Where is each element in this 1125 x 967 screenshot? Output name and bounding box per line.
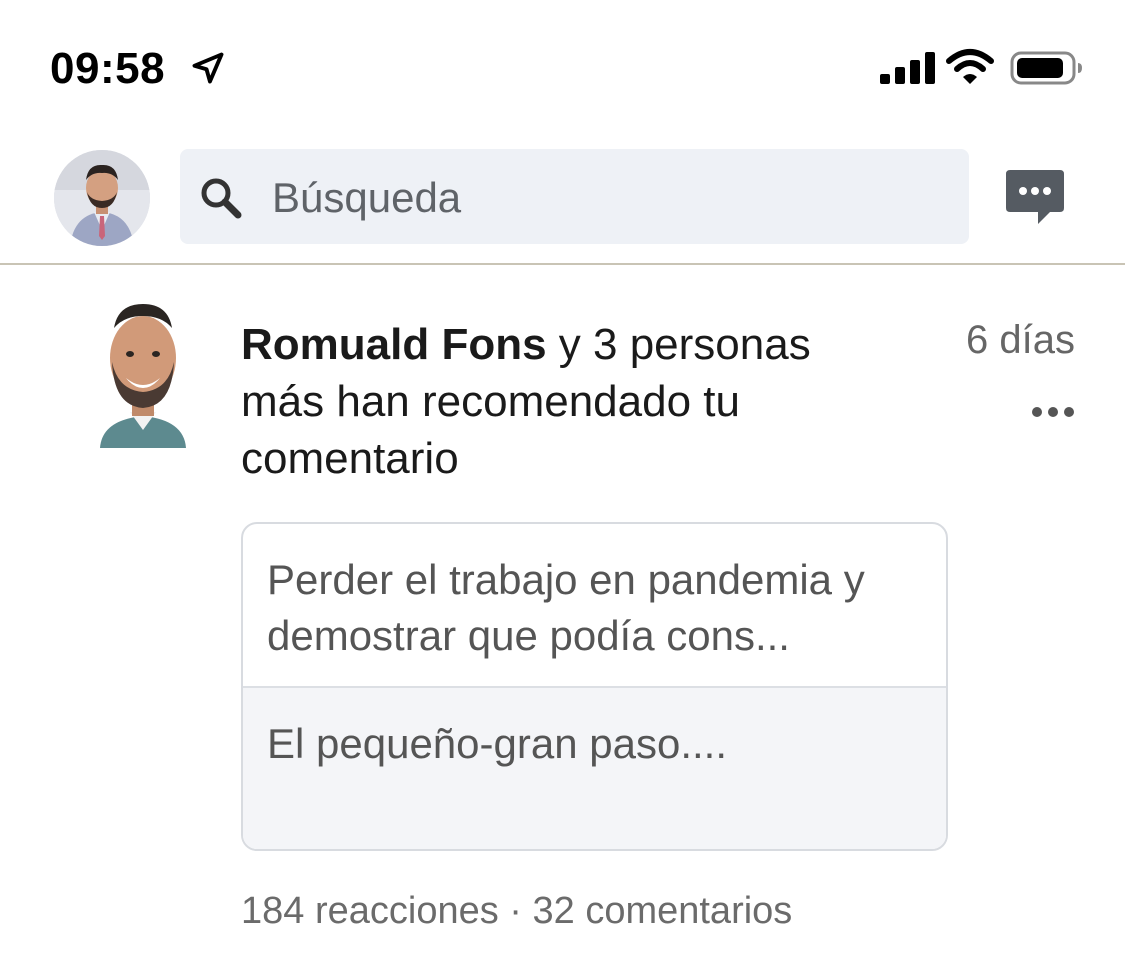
notification-text[interactable]: Romuald Fons y 3 personas más han recome… — [241, 316, 901, 487]
search-icon — [201, 178, 242, 219]
profile-avatar[interactable] — [54, 150, 150, 246]
wifi-icon — [946, 49, 994, 84]
search-bar[interactable]: Búsqueda — [180, 149, 969, 244]
actor-avatar[interactable] — [96, 300, 190, 448]
battery-icon — [1010, 51, 1082, 85]
status-time: 09:58 — [50, 44, 166, 93]
search-placeholder: Búsqueda — [272, 174, 462, 221]
header-divider — [0, 263, 1125, 265]
post-title: El pequeño-gran paso.... — [267, 720, 727, 767]
post-preview-card[interactable]: Perder el trabajo en pandemia y demostra… — [241, 522, 948, 851]
post-snippet: Perder el trabajo en pandemia y demostra… — [267, 556, 865, 659]
location-arrow-icon — [192, 52, 224, 84]
messaging-icon[interactable] — [1000, 168, 1070, 228]
post-stats[interactable]: 184 reacciones · 32 comentarios — [241, 886, 792, 936]
more-options-icon[interactable] — [1030, 402, 1076, 422]
signal-icon — [880, 52, 935, 84]
actor-name[interactable]: Romuald Fons — [241, 320, 547, 369]
notification-time: 6 días — [966, 318, 1075, 362]
post-title-area: El pequeño-gran paso.... — [243, 688, 946, 849]
